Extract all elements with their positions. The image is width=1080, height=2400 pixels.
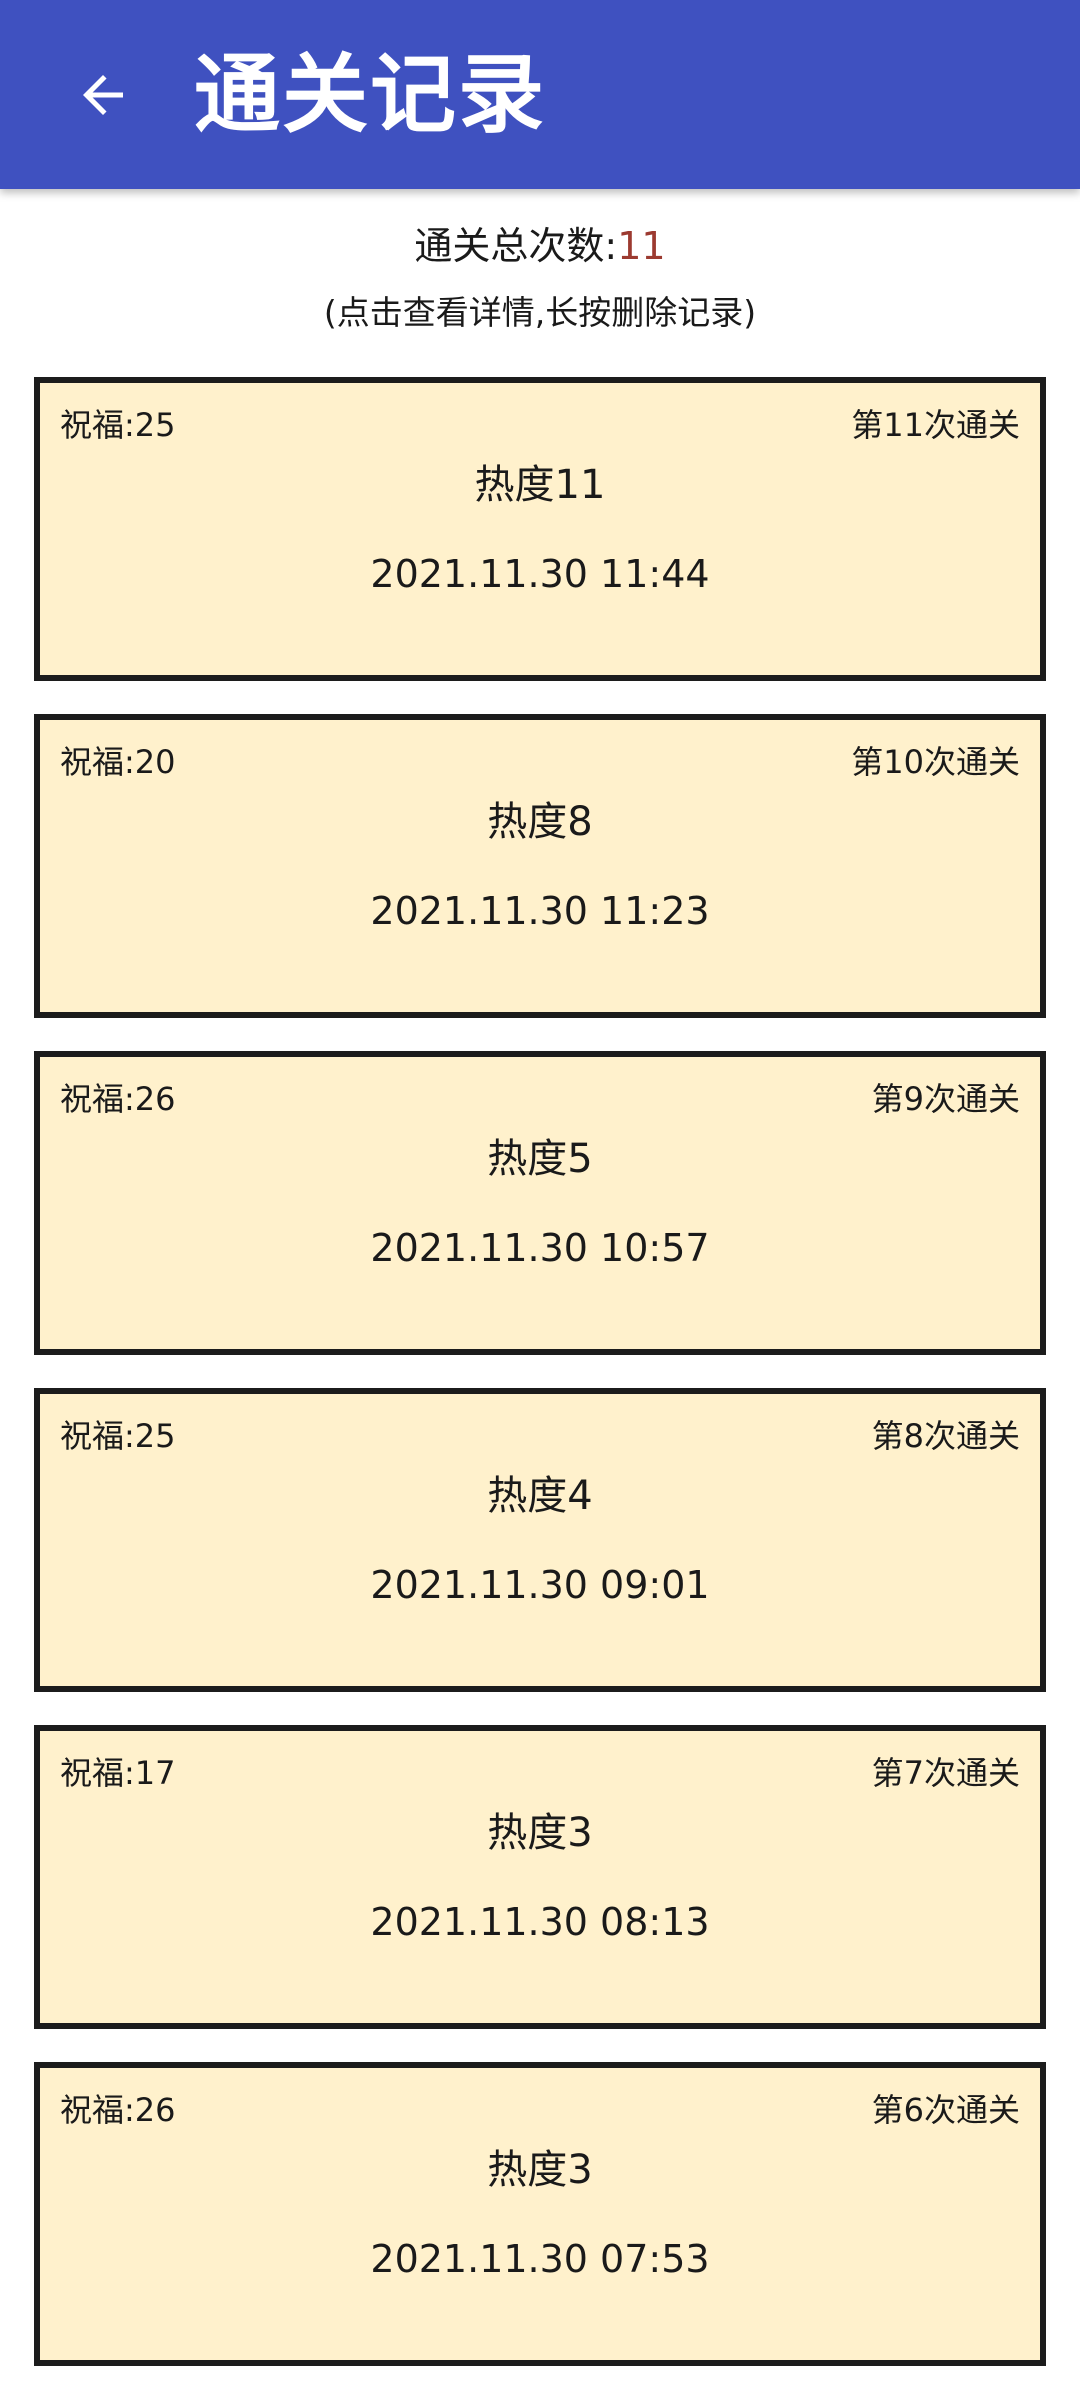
record-heat: 热度5: [487, 1136, 593, 1182]
record-heat: 热度3: [487, 1810, 593, 1856]
usage-hint: (点击查看详情,长按删除记录): [323, 293, 757, 332]
record-blessing: 祝福:25: [60, 1417, 176, 1455]
record-datetime: 2021.11.30 09:01: [370, 1563, 710, 1607]
record-blessing: 祝福:20: [60, 743, 176, 781]
record-card[interactable]: 祝福:26 第6次通关 热度3 2021.11.30 07:53: [34, 2062, 1046, 2366]
record-clear-number: 第11次通关: [851, 406, 1020, 444]
arrow-left-icon: [83, 75, 123, 115]
record-heat: 热度4: [487, 1473, 593, 1519]
record-blessing: 祝福:26: [60, 2091, 176, 2129]
record-heat: 热度3: [487, 2147, 593, 2193]
record-blessing: 祝福:25: [60, 406, 176, 444]
record-datetime: 2021.11.30 11:44: [370, 552, 710, 596]
record-datetime: 2021.11.30 11:23: [370, 889, 710, 933]
record-list: 祝福:25 第11次通关 热度11 2021.11.30 11:44 祝福:20…: [34, 377, 1046, 2399]
record-datetime: 2021.11.30 10:57: [370, 1226, 710, 1270]
record-card[interactable]: 祝福:26 第9次通关 热度5 2021.11.30 10:57: [34, 1051, 1046, 1355]
record-heat: 热度8: [487, 799, 593, 845]
record-clear-number: 第7次通关: [871, 1754, 1020, 1792]
clear-total-summary: 通关总次数:11: [0, 220, 1080, 272]
page-title: 通关记录: [194, 45, 546, 145]
record-clear-number: 第10次通关: [851, 743, 1020, 781]
app-bar: 通关记录: [0, 0, 1080, 189]
record-clear-number: 第9次通关: [871, 1080, 1020, 1118]
clear-total-count: 11: [617, 224, 666, 268]
record-card[interactable]: 祝福:25 第8次通关 热度4 2021.11.30 09:01: [34, 1388, 1046, 1692]
record-clear-number: 第8次通关: [871, 1417, 1020, 1455]
record-card[interactable]: 祝福:17 第7次通关 热度3 2021.11.30 08:13: [34, 1725, 1046, 2029]
clear-total-label: 通关总次数:: [414, 224, 618, 268]
record-card[interactable]: 祝福:25 第11次通关 热度11 2021.11.30 11:44: [34, 377, 1046, 681]
record-clear-number: 第6次通关: [871, 2091, 1020, 2129]
back-button[interactable]: [58, 50, 148, 140]
record-blessing: 祝福:26: [60, 1080, 176, 1118]
record-heat: 热度11: [474, 462, 606, 508]
record-card[interactable]: 祝福:20 第10次通关 热度8 2021.11.30 11:23: [34, 714, 1046, 1018]
record-datetime: 2021.11.30 08:13: [370, 1900, 710, 1944]
record-datetime: 2021.11.30 07:53: [370, 2237, 710, 2281]
record-blessing: 祝福:17: [60, 1754, 176, 1792]
